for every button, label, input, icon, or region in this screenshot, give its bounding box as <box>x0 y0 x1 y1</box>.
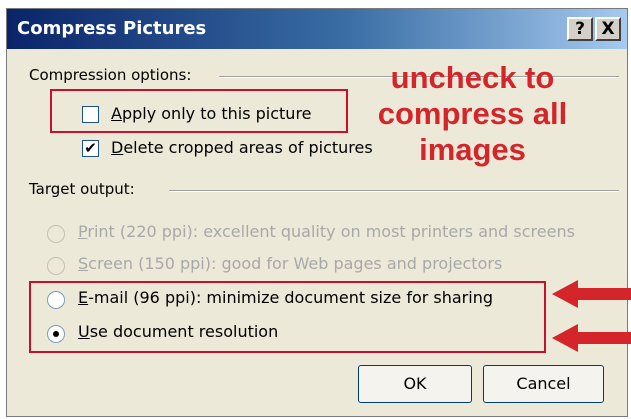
screen-option-label: Screen (150 ppi): good for Web pages and… <box>78 254 503 273</box>
annotation-text: uncheck to compress all images <box>355 60 590 168</box>
target-output-label: Target output: <box>29 180 141 198</box>
red-arrow-icon <box>552 280 631 308</box>
checkmark-icon: ✔ <box>84 139 97 157</box>
annotation-line-1: uncheck to <box>390 60 555 95</box>
close-button[interactable]: X <box>595 17 621 41</box>
dialog-title: Compress Pictures <box>17 18 207 39</box>
annotation-line-3: images <box>419 132 526 167</box>
screen-radio <box>47 257 65 275</box>
delete-cropped-label[interactable]: Delete cropped areas of pictures <box>111 138 373 157</box>
red-arrow-icon <box>552 324 631 352</box>
annotation-line-2: compress all <box>377 96 568 131</box>
print-radio <box>47 225 65 243</box>
ok-button[interactable]: OK <box>358 365 472 403</box>
compression-options-label: Compression options: <box>29 66 198 84</box>
help-button[interactable]: ? <box>567 17 593 41</box>
title-bar[interactable]: Compress Pictures ? X <box>7 9 627 49</box>
cancel-button[interactable]: Cancel <box>483 365 604 403</box>
annotation-box-apply-only <box>50 89 348 133</box>
target-group-divider <box>169 190 619 192</box>
delete-cropped-checkbox[interactable]: ✔ <box>82 140 99 157</box>
print-option-label: Print (220 ppi): excellent quality on mo… <box>78 222 575 241</box>
annotation-box-email-resolution <box>29 281 546 353</box>
